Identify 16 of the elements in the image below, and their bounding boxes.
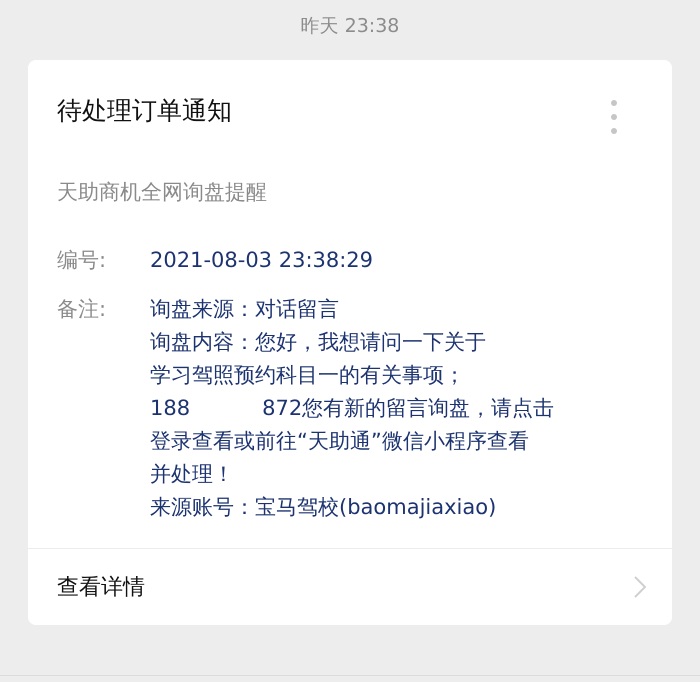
field-value: 并处理！ [150,461,234,488]
field-value: 询盘来源：对话留言 [150,296,339,323]
field-value: 询盘内容：您好，我想请问一下关于 [150,329,486,356]
field-label: 备注: [57,296,108,323]
field-value: 学习驾照预约科目一的有关事项； [150,362,465,389]
card-subtitle: 天助商机全网询盘提醒 [57,179,268,206]
card-title: 待处理订单通知 [57,95,232,127]
field-value: 872您有新的留言询盘，请点击 [262,395,554,422]
chevron-right-icon [634,576,646,598]
field-value: 2021-08-03 23:38:29 [150,247,374,274]
message-timestamp: 昨天 23:38 [300,14,400,39]
field-value: 来源账号：宝马驾校(baomajiaxiao) [150,494,496,521]
field-value: 登录查看或前往“天助通”微信小程序查看 [150,428,529,455]
view-details-link[interactable]: 查看详情 [28,549,672,625]
field-value: 188 [150,395,190,422]
field-label: 编号: [57,247,108,274]
